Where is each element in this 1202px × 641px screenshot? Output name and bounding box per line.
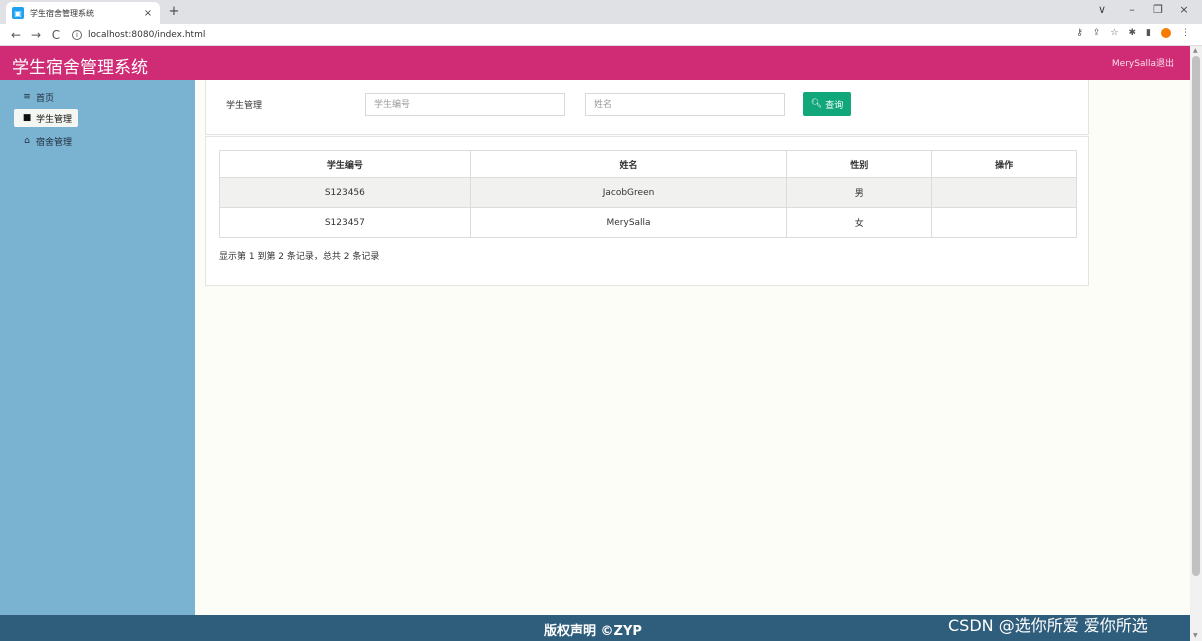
sidebar-item-label: 学生管理	[36, 114, 73, 125]
browser-tab-bar: ▣ 学生宿舍管理系统 × + ∨ – ❐ ×	[0, 0, 1202, 24]
star-icon[interactable]: ☆	[1110, 28, 1118, 38]
column-header-gender[interactable]: 性别	[786, 150, 933, 178]
cell-gender: 女	[786, 207, 933, 238]
sidebar: ≡ 首页 ■ 学生管理 ⌂ 宿舍管理	[0, 80, 195, 615]
query-button-label: 查询	[825, 100, 844, 111]
sidebar-item-label: 首页	[36, 93, 55, 104]
home-icon: ⌂	[24, 136, 30, 146]
table-row[interactable]: S123456 JacobGreen 男	[219, 177, 1077, 208]
tab-title: 学生宿舍管理系统	[30, 8, 94, 18]
scrollbar-thumb[interactable]	[1192, 56, 1200, 576]
student-table: 学生编号 姓名 性别 操作 S123456 JacobGreen 男 S1234…	[219, 150, 1077, 238]
watermark: CSDN @选你所爱 爱你所选	[948, 616, 1148, 635]
pagination-summary: 显示第 1 到第 2 条记录，总共 2 条记录	[219, 252, 380, 262]
cell-gender: 男	[786, 177, 933, 208]
copyright-text: 版权声明 ©ZYP	[544, 624, 642, 639]
user-icon: ■	[22, 113, 32, 123]
extensions-icon[interactable]: ✱	[1129, 28, 1137, 38]
student-id-input[interactable]	[365, 93, 565, 116]
column-header-name[interactable]: 姓名	[469, 150, 788, 178]
user-area: MerySalla退出	[1112, 56, 1174, 69]
back-icon[interactable]: ←	[6, 28, 26, 42]
share-icon[interactable]: ⇪	[1093, 28, 1101, 38]
table-header-row: 学生编号 姓名 性别 操作	[219, 150, 1077, 178]
key-icon[interactable]: ⚷	[1076, 28, 1083, 38]
cell-student-id: S123457	[219, 207, 471, 238]
close-window-icon[interactable]: ×	[1174, 3, 1194, 16]
query-button[interactable]: 🔍︎ 查询	[803, 92, 851, 116]
cell-actions	[931, 207, 1077, 238]
profile-icon[interactable]	[1161, 28, 1171, 38]
table-panel: 学生编号 姓名 性别 操作 S123456 JacobGreen 男 S1234…	[205, 136, 1089, 286]
menu-icon: ≡	[23, 92, 31, 102]
column-header-actions: 操作	[931, 150, 1077, 178]
column-header-student-id[interactable]: 学生编号	[219, 150, 471, 178]
toolbar-icons: ⚷ ⇪ ☆ ✱ ▮ ⋮	[1076, 28, 1190, 38]
more-icon[interactable]: ⋮	[1181, 28, 1190, 38]
name-input[interactable]	[585, 93, 785, 116]
cell-actions	[931, 177, 1077, 208]
reload-icon[interactable]: C	[46, 28, 66, 42]
search-icon: 🔍︎	[810, 99, 823, 109]
new-tab-icon[interactable]: +	[166, 4, 182, 19]
url-text: localhost:8080/index.html	[88, 30, 206, 40]
cell-name: JacobGreen	[469, 177, 788, 208]
cell-student-id: S123456	[219, 177, 471, 208]
minimize-icon[interactable]: –	[1122, 3, 1142, 16]
favicon-icon: ▣	[12, 7, 24, 19]
scrollbar[interactable]: ▲ ▼	[1190, 46, 1202, 641]
app-header: 学生宿舍管理系统 MerySalla退出	[0, 46, 1190, 80]
sidebar-item-home[interactable]: ≡ 首页	[14, 88, 60, 106]
site-info-icon[interactable]: i	[72, 30, 82, 40]
sidebar-item-student-management[interactable]: ■ 学生管理	[14, 109, 79, 127]
tab-search-icon[interactable]: ∨	[1092, 3, 1112, 16]
sidebar-item-dorm-management[interactable]: ⌂ 宿舍管理	[14, 132, 78, 150]
app-title: 学生宿舍管理系统	[12, 58, 148, 78]
table-row[interactable]: S123457 MerySalla 女	[219, 207, 1077, 238]
logout-link[interactable]: 退出	[1156, 59, 1174, 69]
browser-tab[interactable]: ▣ 学生宿舍管理系统 ×	[6, 2, 160, 24]
tab-close-icon[interactable]: ×	[142, 8, 154, 19]
section-title: 学生管理	[226, 101, 263, 111]
restore-icon[interactable]: ❐	[1148, 3, 1168, 16]
sidebar-item-label: 宿舍管理	[36, 137, 73, 148]
forward-icon[interactable]: →	[26, 28, 46, 42]
cell-name: MerySalla	[469, 207, 788, 238]
sidepanel-icon[interactable]: ▮	[1146, 28, 1151, 38]
user-name: MerySalla	[1111, 59, 1156, 69]
address-bar: ← → C i localhost:8080/index.html ⚷ ⇪ ☆ …	[0, 24, 1202, 46]
search-panel: 学生管理 🔍︎ 查询	[205, 80, 1089, 135]
url-field[interactable]: i localhost:8080/index.html	[72, 27, 205, 43]
scroll-down-icon[interactable]: ▼	[1193, 632, 1198, 639]
scroll-up-icon[interactable]: ▲	[1193, 47, 1198, 54]
